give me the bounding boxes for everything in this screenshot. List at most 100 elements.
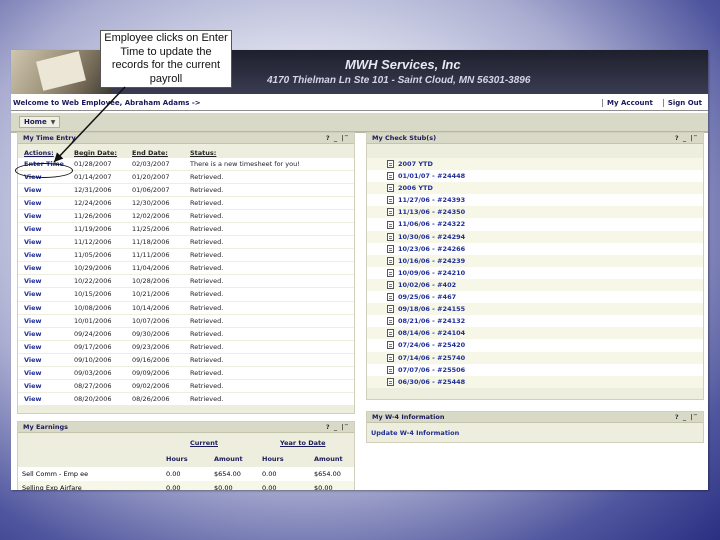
status-text: There is a new timesheet for you!: [190, 160, 300, 168]
end-date: 09/16/2006: [132, 355, 170, 364]
hours-value: 0.00: [262, 484, 277, 490]
check-stub-item[interactable]: 08/14/06 - #24104: [367, 327, 703, 340]
hours-value: 0.00: [166, 484, 181, 490]
update-w4-link[interactable]: Update W-4 Information: [371, 429, 459, 437]
check-stub-item[interactable]: 11/27/06 - #24393: [367, 194, 703, 207]
view-link[interactable]: View: [24, 369, 42, 377]
time-entry-columns: Actions: Begin Date: End Date: Status:: [18, 148, 354, 158]
check-stub-item[interactable]: 07/07/06 - #25506: [367, 363, 703, 376]
check-stubs-title: My Check Stub(s): [372, 134, 437, 142]
begin-date: 10/08/2006: [74, 303, 112, 312]
begin-date: 11/26/2006: [74, 212, 112, 221]
view-link[interactable]: View: [24, 238, 42, 246]
table-row: View 10/08/2006 10/14/2006 Retrieved.: [18, 301, 354, 315]
view-link[interactable]: View: [24, 382, 42, 390]
document-icon: [387, 317, 394, 326]
check-stub-item[interactable]: 2006 YTD: [367, 182, 703, 195]
view-link[interactable]: View: [24, 343, 42, 351]
view-link[interactable]: View: [24, 290, 42, 298]
status-text: Retrieved.: [190, 329, 224, 338]
status-text: Retrieved.: [190, 264, 224, 273]
document-icon: [387, 232, 394, 241]
check-stub-label: 07/24/06 - #25420: [398, 341, 466, 350]
earnings-col-hours: Hours: [166, 455, 188, 463]
table-row: View 11/12/2006 11/18/2006 Retrieved.: [18, 236, 354, 250]
status-text: Retrieved.: [190, 316, 224, 325]
end-date: 12/02/2006: [132, 212, 170, 221]
view-link[interactable]: View: [24, 356, 42, 364]
sign-out-link[interactable]: Sign Out: [662, 99, 702, 107]
check-stub-label: 10/02/06 - #402: [398, 280, 457, 289]
tab-home-label: Home: [24, 118, 47, 126]
w4-title: My W-4 Information: [372, 413, 445, 421]
time-entry-title: My Time Entry: [23, 134, 76, 142]
check-stub-item[interactable]: 11/13/06 - #24350: [367, 206, 703, 219]
view-link[interactable]: View: [24, 304, 42, 312]
begin-date: 09/17/2006: [74, 342, 112, 351]
earnings-col-amount: Amount: [214, 455, 243, 463]
panel-controls-icon[interactable]: ? _ |‾: [326, 422, 349, 432]
check-stub-item[interactable]: 06/30/06 - #25448: [367, 375, 703, 388]
check-stub-item[interactable]: 10/09/06 - #24210: [367, 266, 703, 279]
check-stub-item[interactable]: 10/30/06 - #24294: [367, 230, 703, 243]
view-link[interactable]: View: [24, 225, 42, 233]
view-link[interactable]: View: [24, 212, 42, 220]
view-link[interactable]: View: [24, 199, 42, 207]
view-link[interactable]: View: [24, 395, 42, 403]
welcome-bar: Welcome to Web Employee, Abraham Adams -…: [11, 96, 708, 111]
document-icon: [387, 305, 394, 314]
chevron-down-icon[interactable]: ▼: [51, 119, 56, 126]
end-date: 11/11/2006: [132, 251, 170, 260]
document-icon: [387, 172, 394, 181]
table-row: View 10/22/2006 10/28/2006 Retrieved.: [18, 275, 354, 289]
w4-header: My W-4 Information ? _ |‾: [367, 412, 703, 423]
document-icon: [387, 293, 394, 302]
end-date: 11/25/2006: [132, 225, 170, 234]
check-stub-item[interactable]: 08/21/06 - #24132: [367, 315, 703, 328]
check-stub-item[interactable]: 09/25/06 - #467: [367, 291, 703, 304]
panel-controls-icon[interactable]: ? _ |‾: [675, 412, 698, 422]
earnings-panel: My Earnings ? _ |‾ Current Year to Date …: [17, 421, 355, 490]
banner-photo: [11, 50, 111, 94]
panel-controls-icon[interactable]: ? _ |‾: [326, 133, 349, 143]
begin-date: 12/24/2006: [74, 199, 112, 208]
end-date: 12/30/2006: [132, 199, 170, 208]
view-link[interactable]: View: [24, 330, 42, 338]
check-stub-label: 08/21/06 - #24132: [398, 317, 466, 326]
tab-home[interactable]: Home ▼: [19, 116, 61, 128]
check-stub-item[interactable]: 01/01/07 - #24448: [367, 170, 703, 183]
view-link[interactable]: View: [24, 277, 42, 285]
view-link[interactable]: View: [24, 251, 42, 259]
welcome-text: Welcome to Web Employee, Abraham Adams -…: [13, 99, 201, 107]
check-stub-item[interactable]: 10/23/06 - #24266: [367, 242, 703, 255]
begin-date: 09/24/2006: [74, 329, 112, 338]
panel-controls-icon[interactable]: ? _ |‾: [675, 133, 698, 143]
earnings-ytd-header: Year to Date: [280, 439, 326, 447]
table-row: View 11/05/2006 11/11/2006 Retrieved.: [18, 249, 354, 263]
end-date: 10/14/2006: [132, 303, 170, 312]
check-stub-item[interactable]: 09/18/06 - #24155: [367, 303, 703, 316]
check-stub-item[interactable]: 10/02/06 - #402: [367, 278, 703, 292]
check-stub-label: 09/25/06 - #467: [398, 293, 457, 302]
check-stub-item[interactable]: 10/16/06 - #24239: [367, 254, 703, 267]
begin-date: 10/22/2006: [74, 277, 112, 286]
amount-value: $654.00: [314, 470, 341, 478]
check-stub-item[interactable]: 11/06/06 - #24322: [367, 218, 703, 231]
view-link[interactable]: View: [24, 317, 42, 325]
earnings-current-header: Current: [190, 439, 218, 447]
company-name: MWH Services, Inc: [345, 57, 461, 72]
begin-date: 12/31/2006: [74, 186, 112, 195]
check-stub-item[interactable]: 07/14/06 - #25740: [367, 351, 703, 364]
check-stub-list: 2007 YTD 01/01/07 - #24448 2006 YTD 11/27/0…: [367, 158, 703, 388]
status-text: Retrieved.: [190, 355, 224, 364]
company-address: 4170 Thielman Ln Ste 101 - Saint Cloud, …: [267, 75, 531, 86]
begin-date: 01/28/2007: [74, 160, 112, 168]
column-end-date: End Date:: [132, 149, 168, 157]
check-stub-item[interactable]: 07/24/06 - #25420: [367, 339, 703, 352]
my-account-link[interactable]: My Account: [602, 99, 653, 107]
begin-date: 11/12/2006: [74, 238, 112, 247]
view-link[interactable]: View: [24, 186, 42, 194]
check-stubs-header: My Check Stub(s) ? _ |‾: [367, 133, 703, 144]
view-link[interactable]: View: [24, 264, 42, 272]
check-stub-item[interactable]: 2007 YTD: [367, 158, 703, 171]
